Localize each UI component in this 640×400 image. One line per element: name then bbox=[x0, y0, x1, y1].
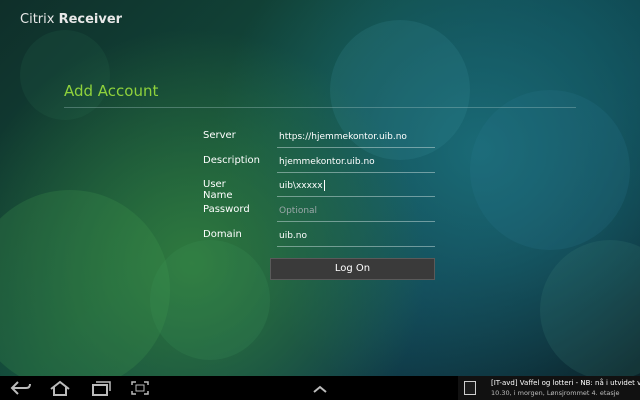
chevron-up-icon[interactable] bbox=[309, 379, 331, 397]
description-label: Description bbox=[203, 155, 260, 166]
background-bokeh bbox=[150, 240, 270, 360]
background-bokeh bbox=[0, 190, 170, 376]
brand-prefix: Citrix bbox=[20, 12, 55, 27]
page-title: Add Account bbox=[64, 82, 159, 100]
domain-input[interactable]: uib.no bbox=[277, 225, 435, 247]
notification-title: [IT-avd] Vaffel og lotteri - NB: nå i ut… bbox=[491, 379, 640, 387]
brand-name: Receiver bbox=[58, 12, 123, 27]
notification-subtitle: 10.30, i morgen, Lønsjrommet 4. etasje bbox=[491, 389, 620, 397]
description-input[interactable]: hjemmekontor.uib.no bbox=[277, 151, 435, 173]
screenshot-icon[interactable] bbox=[129, 379, 151, 397]
notification-ticker[interactable]: [IT-avd] Vaffel og lotteri - NB: nå i ut… bbox=[458, 376, 640, 400]
notification-icon bbox=[464, 381, 476, 395]
password-input[interactable]: Optional bbox=[277, 200, 435, 222]
background-bokeh bbox=[540, 240, 640, 376]
heading-divider bbox=[64, 107, 576, 108]
username-label: User Name bbox=[203, 179, 233, 201]
app-title: Citrix Receiver bbox=[20, 12, 122, 27]
back-icon[interactable] bbox=[10, 379, 32, 397]
log-on-button[interactable]: Log On bbox=[270, 258, 435, 280]
password-label: Password bbox=[203, 204, 250, 215]
background-bokeh bbox=[470, 90, 630, 250]
username-value: uib\xxxxx bbox=[279, 181, 323, 191]
domain-label: Domain bbox=[203, 229, 242, 240]
recent-apps-icon[interactable] bbox=[90, 379, 112, 397]
username-input[interactable]: uib\xxxxx bbox=[277, 175, 435, 197]
server-input[interactable]: https://hjemmekontor.uib.no bbox=[277, 126, 435, 148]
text-cursor bbox=[323, 180, 325, 191]
home-icon[interactable] bbox=[48, 379, 72, 397]
server-label: Server bbox=[203, 130, 236, 141]
